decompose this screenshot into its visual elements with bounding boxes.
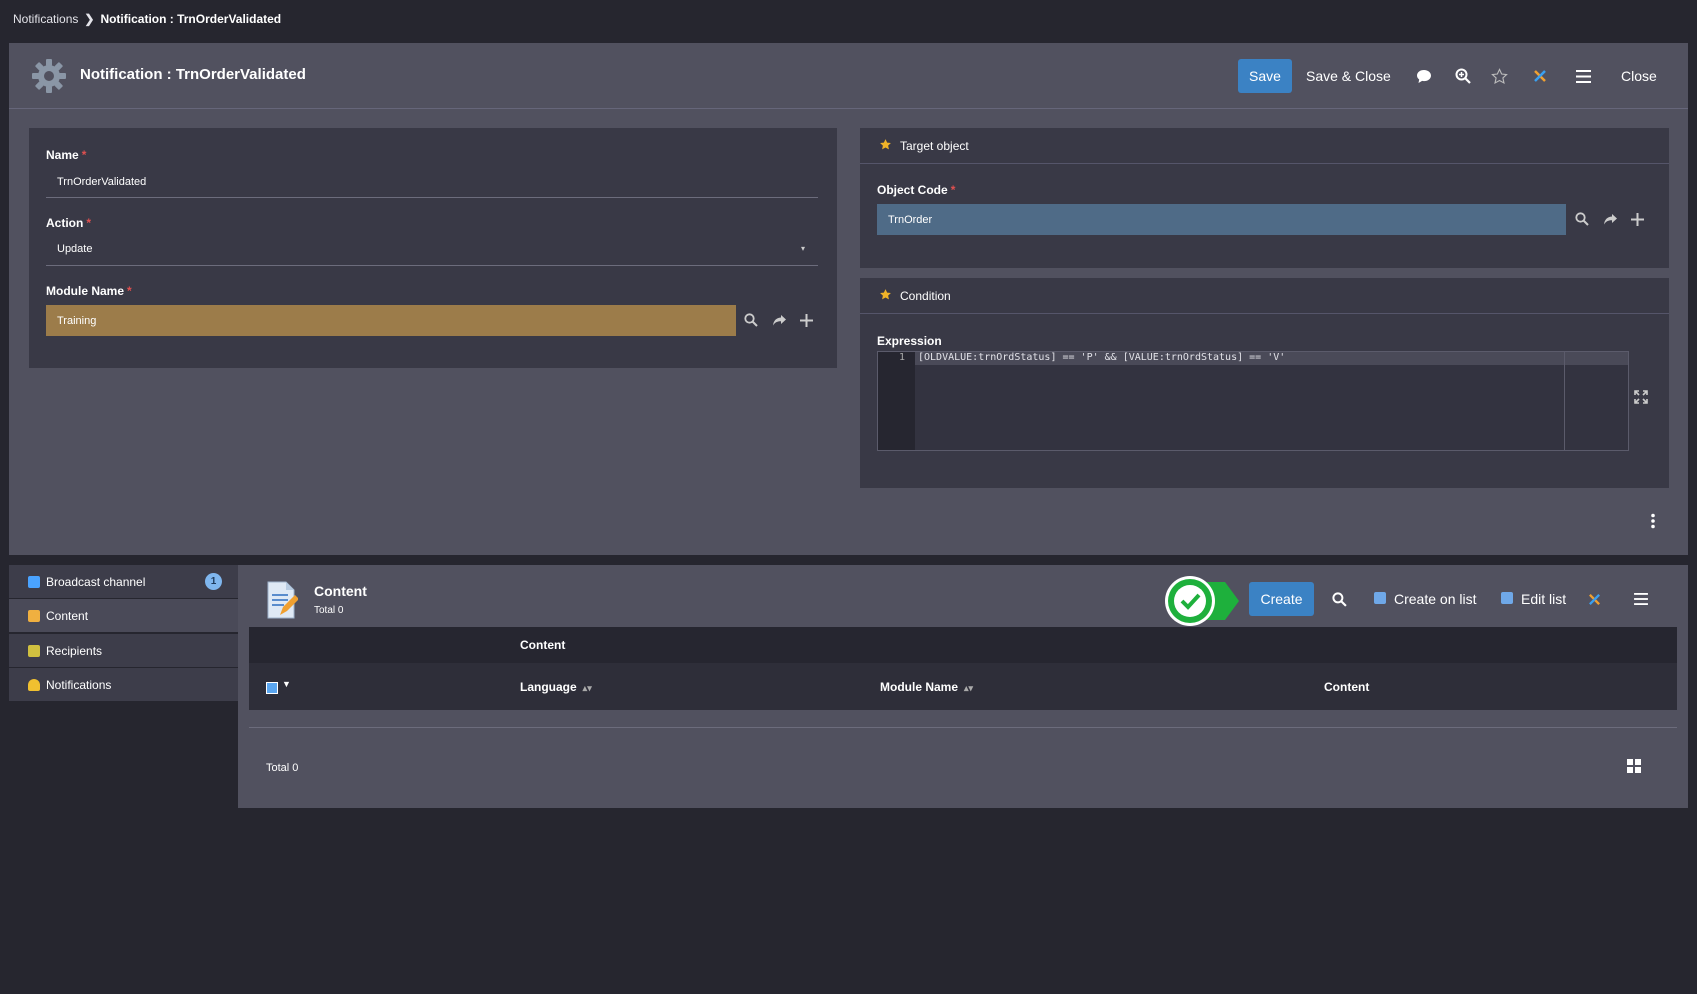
more-vertical-icon[interactable] xyxy=(1650,513,1656,529)
edit-list-button[interactable]: Edit list xyxy=(1521,591,1566,607)
check-indicator-icon xyxy=(1165,576,1239,626)
add-icon[interactable] xyxy=(797,311,815,329)
breadcrumb-root[interactable]: Notifications xyxy=(13,12,78,26)
chevron-right-icon: ❯ xyxy=(84,12,95,26)
star-icon xyxy=(880,139,891,150)
object-code-field[interactable]: TrnOrder xyxy=(877,204,1566,235)
save-button[interactable]: Save xyxy=(1238,59,1292,93)
condition-header: Condition xyxy=(860,278,1669,314)
name-field-underline xyxy=(46,197,818,198)
expression-label: Expression xyxy=(877,334,942,348)
tab-content[interactable]: Content xyxy=(9,599,238,632)
grid-column-header: ▼ Language ▴▾ Module Name ▴▾ Content xyxy=(249,663,1677,710)
action-select[interactable]: Update xyxy=(57,243,92,255)
recipients-icon xyxy=(28,644,40,657)
action-field-underline xyxy=(46,265,818,266)
editor-margin xyxy=(1564,352,1565,450)
content-icon xyxy=(28,609,40,622)
name-label: Name * xyxy=(46,148,87,162)
object-code-value: TrnOrder xyxy=(888,214,933,226)
column-module-name[interactable]: Module Name ▴▾ xyxy=(880,680,973,694)
breadcrumb-current: Notification : TrnOrderValidated xyxy=(100,12,282,26)
bell-icon xyxy=(28,678,40,691)
create-button[interactable]: Create xyxy=(1249,582,1314,616)
xtend-logo-icon[interactable] xyxy=(1583,588,1605,610)
object-code-label: Object Code * xyxy=(877,183,956,197)
edit-list-icon xyxy=(1501,592,1513,604)
count-badge: 1 xyxy=(205,573,222,590)
search-icon[interactable] xyxy=(1573,210,1591,228)
grid-total: Total 0 xyxy=(266,762,299,774)
gear-icon xyxy=(32,59,66,93)
caret-down-icon[interactable]: ▼ xyxy=(282,679,291,689)
tab-label: Broadcast channel xyxy=(46,574,146,589)
column-content[interactable]: Content xyxy=(1324,680,1369,694)
star-icon xyxy=(880,289,891,300)
expand-icon[interactable] xyxy=(1632,388,1650,406)
module-name-value: Training xyxy=(57,315,97,327)
search-icon[interactable] xyxy=(1328,588,1350,610)
content-panel: Content Total 0 Create Create on list Ed… xyxy=(238,565,1688,808)
close-button[interactable]: Close xyxy=(1621,68,1657,84)
expression-editor[interactable]: 1 [OLDVALUE:trnOrdStatus] == 'P' && [VAL… xyxy=(877,351,1629,451)
page-title: Notification : TrnOrderValidated xyxy=(80,66,306,83)
editor-gutter: 1 xyxy=(878,352,915,450)
tab-broadcast-channel[interactable]: Broadcast channel 1 xyxy=(9,565,238,598)
form-panel: Notification : TrnOrderValidated Save Sa… xyxy=(9,43,1688,555)
section-title: Target object xyxy=(900,139,969,153)
tab-recipients[interactable]: Recipients xyxy=(9,634,238,667)
document-edit-icon xyxy=(267,581,298,619)
column-language[interactable]: Language ▴▾ xyxy=(520,680,592,694)
grid-view-icon[interactable] xyxy=(1627,759,1641,773)
zoom-search-icon[interactable] xyxy=(1452,65,1474,87)
grid-group-header: Content xyxy=(249,627,1677,663)
comment-icon[interactable] xyxy=(1413,65,1435,87)
line-number: 1 xyxy=(898,352,905,363)
expression-code[interactable]: [OLDVALUE:trnOrdStatus] == 'P' && [VALUE… xyxy=(918,352,1285,363)
content-total: Total 0 xyxy=(314,605,344,616)
save-close-button[interactable]: Save & Close xyxy=(1306,68,1391,84)
star-icon[interactable] xyxy=(1488,65,1510,87)
tab-label: Content xyxy=(46,608,89,623)
search-icon[interactable] xyxy=(742,311,760,329)
breadcrumb: Notifications ❯ Notification : TrnOrderV… xyxy=(13,12,281,26)
open-share-icon[interactable] xyxy=(770,311,788,329)
xtend-logo-icon[interactable] xyxy=(1529,65,1551,87)
target-object-card: Target object Object Code * TrnOrder xyxy=(860,128,1669,268)
tab-notifications[interactable]: Notifications xyxy=(9,668,238,701)
tab-label: Recipients xyxy=(46,643,103,658)
select-all-checkbox[interactable] xyxy=(266,682,278,694)
tab-label: Notifications xyxy=(46,677,112,692)
form-header: Notification : TrnOrderValidated Save Sa… xyxy=(9,43,1688,109)
menu-icon[interactable] xyxy=(1630,588,1652,610)
grid-divider xyxy=(249,727,1677,728)
action-label: Action * xyxy=(46,216,92,230)
name-field[interactable]: TrnOrderValidated xyxy=(57,176,146,188)
module-name-label: Module Name * xyxy=(46,284,132,298)
content-title: Content xyxy=(314,583,367,599)
create-on-list-icon xyxy=(1374,592,1386,604)
broadcast-icon xyxy=(28,575,40,588)
target-object-header: Target object xyxy=(860,128,1669,164)
section-title: Condition xyxy=(900,289,951,303)
caret-down-icon[interactable]: ▾ xyxy=(801,244,805,253)
general-fields-card: Name * TrnOrderValidated Action * Update ▾… xyxy=(29,128,837,368)
module-name-field[interactable]: Training xyxy=(46,305,736,336)
open-share-icon[interactable] xyxy=(1601,210,1619,228)
menu-icon[interactable] xyxy=(1572,65,1594,87)
add-icon[interactable] xyxy=(1628,210,1646,228)
group-header-label: Content xyxy=(520,638,566,652)
create-on-list-button[interactable]: Create on list xyxy=(1394,591,1476,607)
condition-card: Condition Expression 1 [OLDVALUE:trnOrdS… xyxy=(860,278,1669,488)
